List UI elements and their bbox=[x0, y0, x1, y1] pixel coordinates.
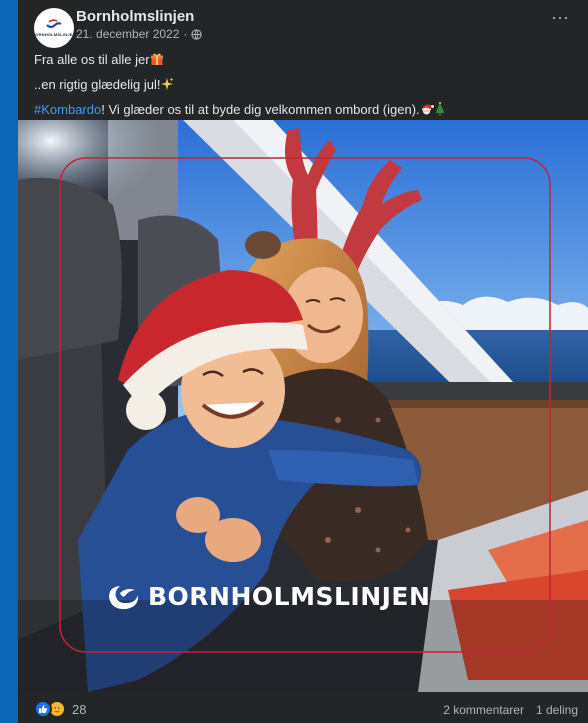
post-line-1: Fra alle os til alle jer bbox=[34, 50, 574, 72]
engagement-stats: 2 kommentarer 1 deling bbox=[443, 703, 578, 717]
page-name[interactable]: Bornholmslinjen bbox=[76, 8, 194, 25]
post-footer: 28 2 kommentarer 1 deling bbox=[18, 692, 588, 723]
post-card: BORNHOLMSLINJEN Bornholmslinjen 21. dece… bbox=[18, 0, 588, 723]
like-icon bbox=[34, 700, 52, 718]
post-meta: 21. december 2022 · bbox=[76, 27, 203, 41]
gift-emoji-icon bbox=[150, 52, 164, 72]
comments-link[interactable]: 2 kommentarer bbox=[443, 703, 524, 717]
avatar-text: BORNHOLMSLINJEN bbox=[32, 32, 76, 37]
post-line-3-text: ! Vi glæder os til at byde dig velkommen… bbox=[101, 102, 420, 117]
post-line-2: ..en rigtig glædelig jul! bbox=[34, 75, 574, 97]
reaction-count: 28 bbox=[72, 701, 87, 717]
sparkles-emoji-icon bbox=[160, 77, 174, 97]
post-line-1-text: Fra alle os til alle jer bbox=[34, 52, 150, 67]
post-text: Fra alle os til alle jer ..en rigtig glæ… bbox=[34, 50, 574, 125]
post-line-2-text: ..en rigtig glædelig jul! bbox=[34, 77, 161, 92]
reactions-summary[interactable]: 28 bbox=[34, 700, 86, 718]
ferry-logo-icon bbox=[46, 19, 62, 29]
shares-link[interactable]: 1 deling bbox=[536, 703, 578, 717]
more-options-icon[interactable]: ··· bbox=[546, 8, 574, 30]
meta-separator: · bbox=[183, 27, 188, 41]
post-line-3: #Kombardo! Vi glæder os til at byde dig … bbox=[34, 100, 574, 122]
image-brand-logo: BORNHOLMSLINJEN bbox=[106, 582, 430, 611]
post-header: BORNHOLMSLINJEN Bornholmslinjen 21. dece… bbox=[18, 0, 588, 48]
left-rail bbox=[0, 0, 18, 723]
hashtag-link[interactable]: #Kombardo bbox=[34, 102, 101, 117]
avatar[interactable]: BORNHOLMSLINJEN bbox=[32, 8, 76, 48]
post-date[interactable]: 21. december 2022 bbox=[76, 27, 179, 41]
christmas-tree-emoji-icon bbox=[434, 102, 446, 122]
brand-logo-text: BORNHOLMSLINJEN bbox=[148, 582, 431, 611]
brand-wave-icon bbox=[109, 585, 139, 609]
globe-icon[interactable] bbox=[191, 28, 203, 40]
santa-emoji-icon bbox=[420, 102, 434, 122]
